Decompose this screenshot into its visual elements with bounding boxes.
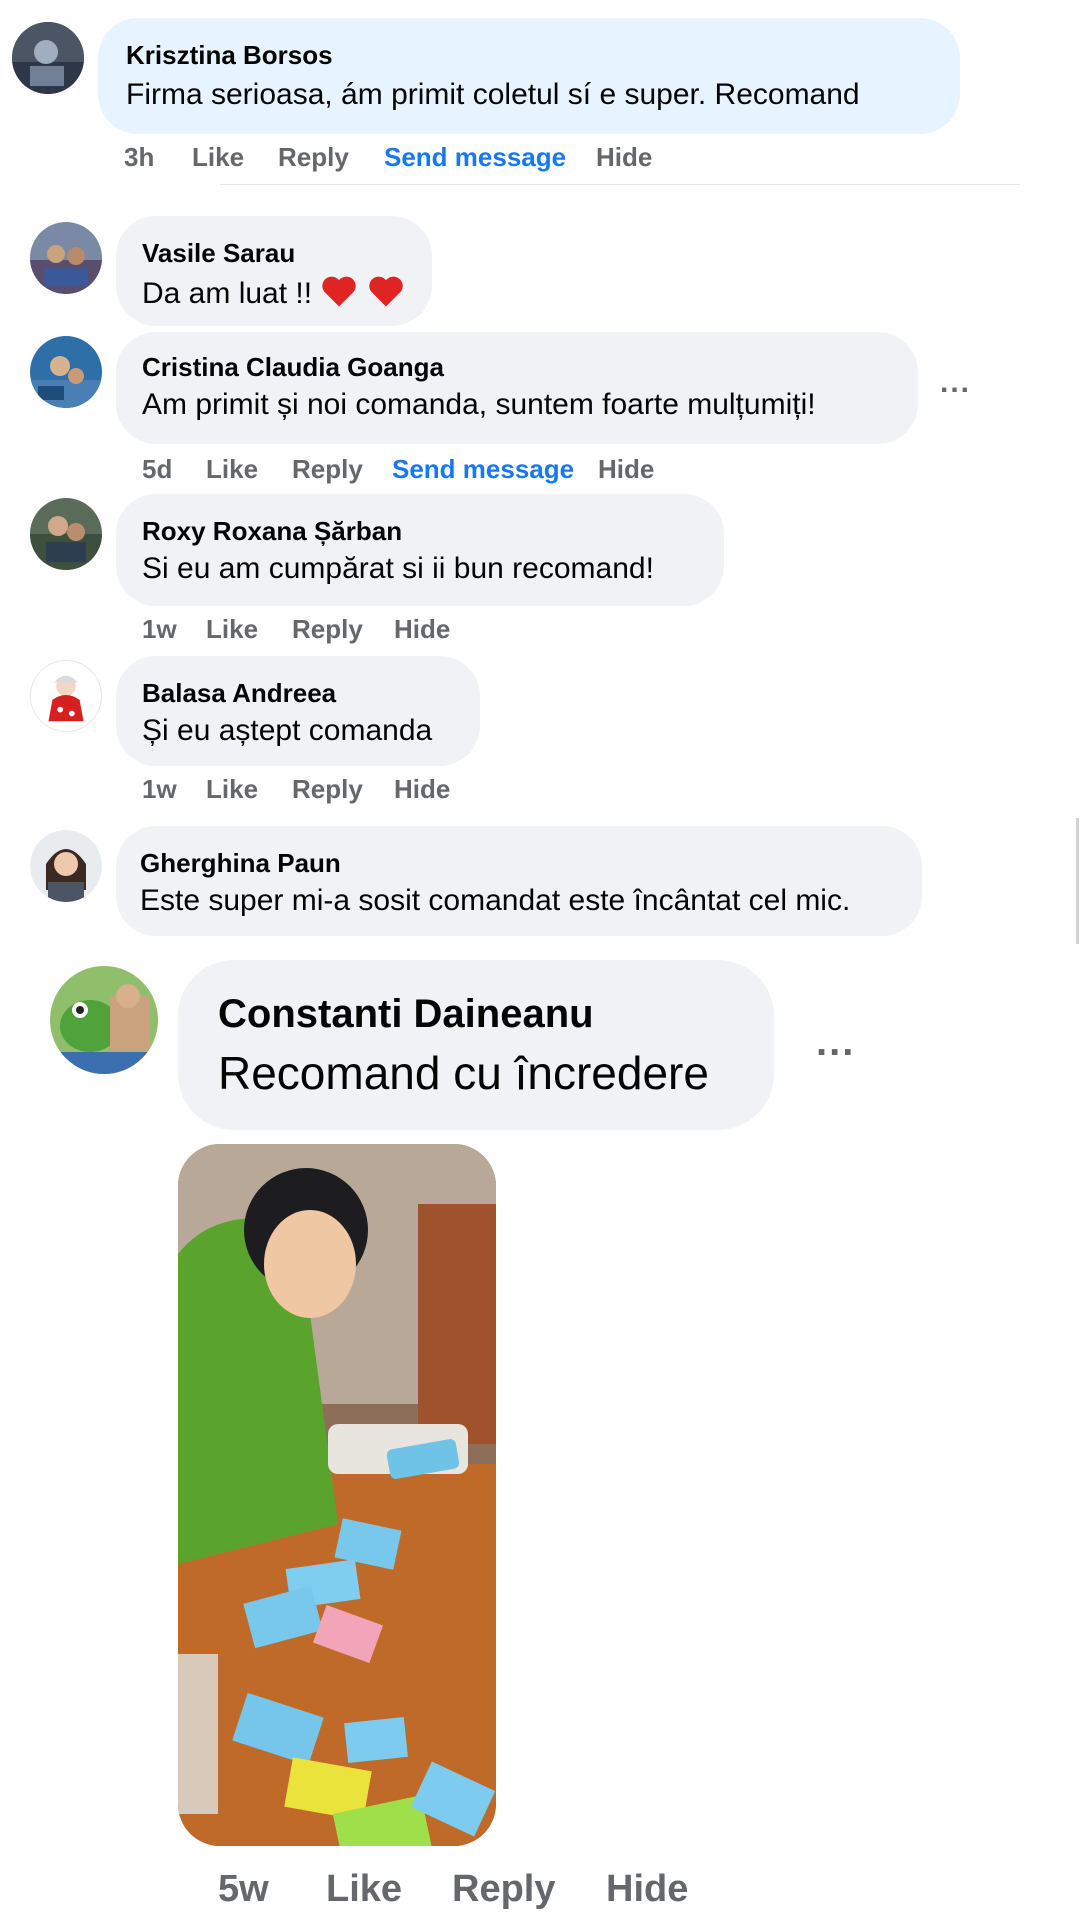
hide-link[interactable]: Hide bbox=[606, 1868, 688, 1911]
reply-link[interactable]: Reply bbox=[278, 142, 349, 173]
reply-link[interactable]: Reply bbox=[292, 454, 363, 485]
like-link[interactable]: Like bbox=[206, 454, 258, 485]
more-options-icon[interactable]: ... bbox=[940, 366, 971, 400]
timestamp[interactable]: 1w bbox=[142, 614, 177, 645]
hide-link[interactable]: Hide bbox=[596, 142, 652, 173]
hide-link[interactable]: Hide bbox=[394, 774, 450, 805]
commenter-name[interactable]: Balasa Andreea bbox=[142, 678, 336, 709]
comment-bubble: Krisztina Borsos Firma serioasa, ám prim… bbox=[98, 18, 960, 134]
avatar[interactable] bbox=[30, 498, 102, 570]
comment-bubble: Gherghina Paun Este super mi-a sosit com… bbox=[116, 826, 922, 936]
avatar[interactable] bbox=[30, 336, 102, 408]
hide-link[interactable]: Hide bbox=[394, 614, 450, 645]
timestamp[interactable]: 5w bbox=[218, 1868, 269, 1911]
commenter-name[interactable]: Constanti Daineanu bbox=[218, 992, 594, 1037]
comment-photo[interactable] bbox=[178, 1144, 496, 1846]
comment-text: Am primit și noi comanda, suntem foarte … bbox=[142, 388, 816, 421]
comment-text: Este super mi-a sosit comandat este încâ… bbox=[140, 884, 851, 917]
divider bbox=[220, 184, 1020, 185]
comment-text: Si eu am cumpărat si ii bun recomand! bbox=[142, 552, 654, 585]
comment-text: Recomand cu încredere bbox=[218, 1047, 709, 1099]
avatar[interactable] bbox=[30, 830, 102, 902]
timestamp[interactable]: 5d bbox=[142, 454, 172, 485]
comment-text: Firma serioasa, ám primit coletul sí e s… bbox=[126, 78, 860, 111]
comment-text-content: Da am luat !! bbox=[142, 276, 313, 310]
reply-link[interactable]: Reply bbox=[452, 1868, 555, 1911]
heart-icon bbox=[367, 274, 405, 316]
send-message-link[interactable]: Send message bbox=[392, 454, 574, 485]
timestamp[interactable]: 3h bbox=[124, 142, 154, 173]
more-options-icon[interactable]: ... bbox=[816, 1020, 855, 1065]
commenter-name[interactable]: Gherghina Paun bbox=[140, 848, 341, 879]
like-link[interactable]: Like bbox=[192, 142, 244, 173]
comment-bubble: Cristina Claudia Goanga Am primit și noi… bbox=[116, 332, 918, 444]
comment-bubble: Roxy Roxana Șărban Si eu am cumpărat si … bbox=[116, 494, 724, 606]
timestamp[interactable]: 1w bbox=[142, 774, 177, 805]
scrollbar[interactable] bbox=[1076, 818, 1079, 944]
comment-text: Da am luat !! bbox=[142, 274, 405, 316]
like-link[interactable]: Like bbox=[326, 1868, 402, 1911]
avatar[interactable] bbox=[50, 966, 158, 1074]
comment-bubble: Balasa Andreea Și eu aștept comanda bbox=[116, 656, 480, 766]
like-link[interactable]: Like bbox=[206, 774, 258, 805]
reply-link[interactable]: Reply bbox=[292, 774, 363, 805]
comment-bubble: Vasile Sarau Da am luat !! bbox=[116, 216, 432, 326]
avatar[interactable] bbox=[30, 660, 102, 732]
reply-link[interactable]: Reply bbox=[292, 614, 363, 645]
avatar[interactable] bbox=[12, 22, 84, 94]
comment-text: Și eu aștept comanda bbox=[142, 714, 433, 747]
send-message-link[interactable]: Send message bbox=[384, 142, 566, 173]
like-link[interactable]: Like bbox=[206, 614, 258, 645]
commenter-name[interactable]: Vasile Sarau bbox=[142, 238, 295, 269]
comment-bubble: Constanti Daineanu Recomand cu încredere bbox=[178, 960, 774, 1130]
commenter-name[interactable]: Cristina Claudia Goanga bbox=[142, 352, 444, 383]
commenter-name[interactable]: Roxy Roxana Șărban bbox=[142, 516, 402, 547]
avatar[interactable] bbox=[30, 222, 102, 294]
heart-icon bbox=[320, 274, 358, 316]
commenter-name[interactable]: Krisztina Borsos bbox=[126, 40, 333, 71]
hide-link[interactable]: Hide bbox=[598, 454, 654, 485]
